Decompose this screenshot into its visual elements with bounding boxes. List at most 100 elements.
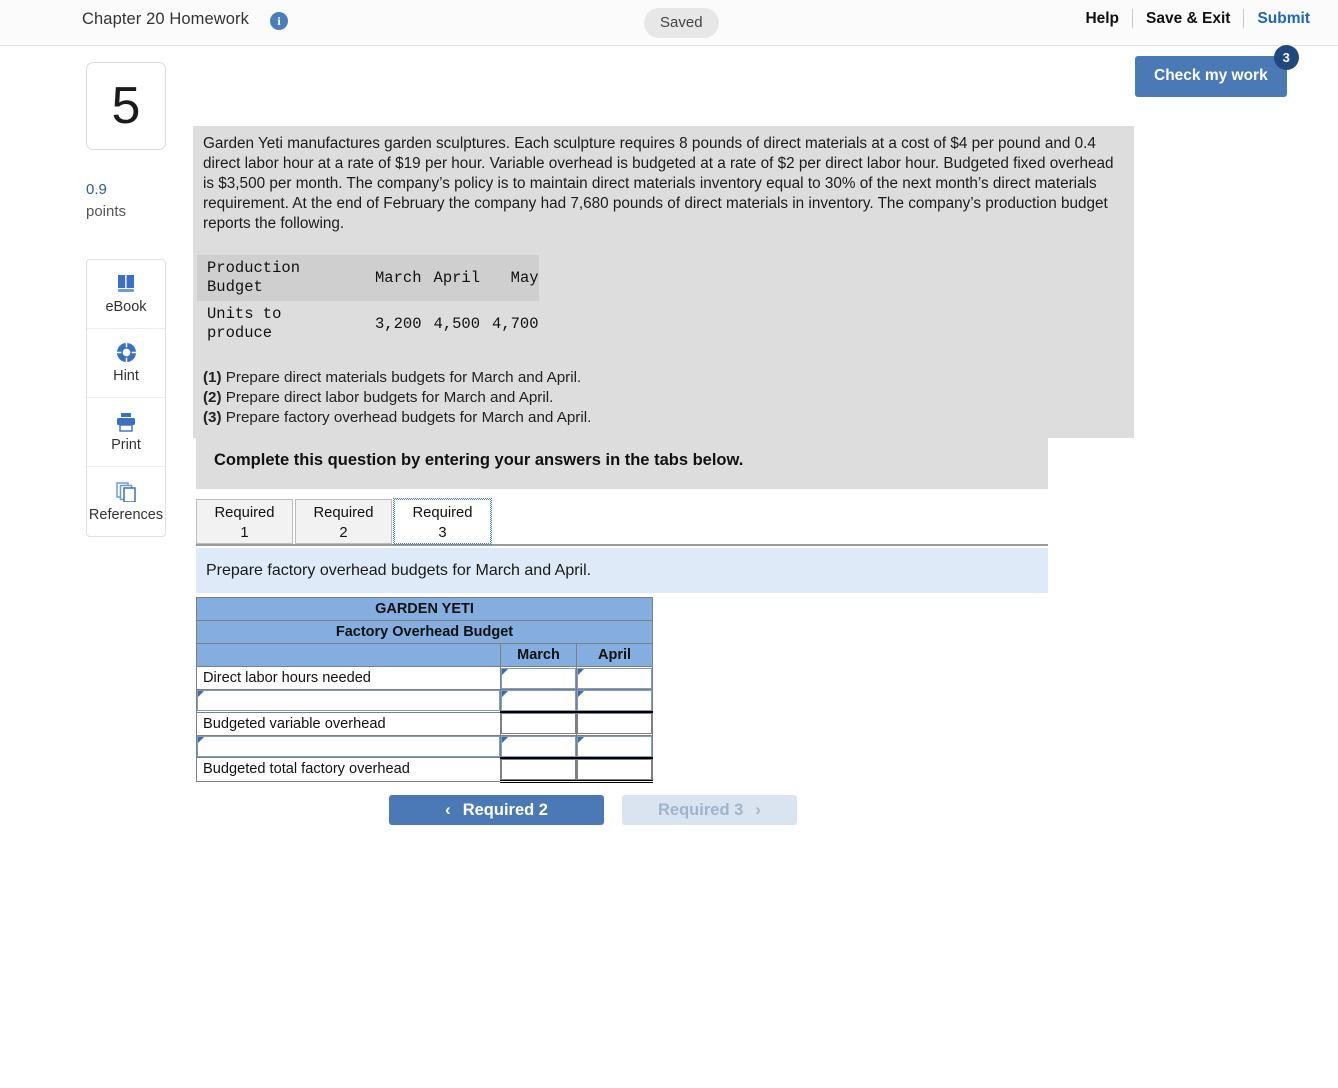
list-item: (1) Prepare direct materials budgets for…: [203, 368, 1124, 388]
tab-label-line2: 2: [339, 525, 348, 541]
check-my-work-button[interactable]: Check my work: [1135, 56, 1287, 97]
tab-label-line1: Required: [214, 505, 275, 521]
question-number-box: 5: [86, 62, 166, 150]
row-label-units-to-produce: Units to produce: [207, 304, 282, 342]
previous-required-label: Required 2: [462, 800, 548, 819]
input-march-row3[interactable]: [501, 735, 576, 757]
cell-april-row1[interactable]: [576, 689, 653, 713]
cell-april-row3[interactable]: [576, 734, 653, 758]
tab-prompt: Prepare factory overhead budgets for Mar…: [196, 548, 1048, 593]
cell-april-row0[interactable]: [576, 666, 653, 690]
table-row: Production Budget March April May: [197, 254, 539, 301]
navigation-buttons: ‹ Required 2 Required 3 ›: [389, 795, 797, 825]
input-april-total[interactable]: [577, 758, 652, 780]
input-april-row3[interactable]: [577, 735, 652, 757]
table-company-name: GARDEN YETI: [196, 597, 653, 621]
tab-required-2[interactable]: Required 2: [295, 499, 392, 544]
sidebar-item-references[interactable]: References: [87, 467, 165, 536]
tab-label-line2: 1: [240, 525, 249, 541]
input-row-label-3[interactable]: [197, 735, 500, 757]
column-header-march: March: [375, 268, 422, 287]
sidebar-item-ebook[interactable]: eBook: [87, 260, 165, 329]
table-row: [196, 734, 653, 758]
column-header-blank: [196, 643, 501, 667]
table-title: Factory Overhead Budget: [196, 620, 653, 644]
lifebuoy-icon: [115, 342, 137, 363]
table-row: [196, 689, 653, 713]
factory-overhead-budget-table: GARDEN YETI Factory Overhead Budget Marc…: [196, 597, 653, 783]
table-row: Direct labor hours needed: [196, 666, 653, 690]
input-april-row1[interactable]: [577, 690, 652, 711]
tool-sidebar: eBook Hint Print References: [86, 259, 166, 537]
input-march-row1[interactable]: [501, 690, 576, 711]
submit-link[interactable]: Submit: [1244, 10, 1310, 28]
sidebar-item-label: eBook: [105, 298, 147, 315]
input-march-direct-labor-hours[interactable]: [501, 667, 576, 689]
input-april-variable-overhead[interactable]: [577, 713, 652, 735]
copy-pages-icon: [115, 481, 137, 502]
required-tabs: Required 1 Required 2 Required 3: [196, 498, 1048, 546]
saved-status-badge: Saved: [644, 8, 719, 38]
cell-march-row1[interactable]: [500, 689, 577, 713]
next-required-button[interactable]: Required 3 ›: [622, 795, 797, 825]
requirements-list: (1) Prepare direct materials budgets for…: [197, 368, 1124, 429]
table-row: Budgeted variable overhead: [196, 711, 653, 736]
list-item: (2) Prepare direct labor budgets for Mar…: [203, 388, 1124, 408]
page-title: Chapter 20 Homework: [82, 10, 249, 28]
sidebar-item-label: Print: [111, 436, 141, 453]
column-header-april: April: [433, 268, 481, 287]
question-panel: Garden Yeti manufactures garden sculptur…: [193, 126, 1134, 439]
sidebar-item-print[interactable]: Print: [87, 398, 165, 467]
points-display: 0.9 points: [86, 179, 168, 223]
cell-march-total[interactable]: [500, 756, 577, 783]
column-header-may: May: [510, 268, 539, 287]
column-header-april: April: [576, 643, 653, 667]
input-march-variable-overhead[interactable]: [501, 713, 576, 735]
requirement-text: Prepare direct labor budgets for March a…: [221, 388, 554, 406]
tab-label-line1: Required: [313, 505, 374, 521]
help-link[interactable]: Help: [1072, 10, 1132, 28]
tab-required-3[interactable]: Required 3: [393, 498, 492, 545]
input-march-total[interactable]: [501, 758, 576, 780]
units-may: 4,700: [492, 314, 539, 333]
book-icon: [115, 274, 137, 294]
production-budget-title: Production Budget: [207, 258, 301, 296]
tab-required-1[interactable]: Required 1: [196, 499, 293, 544]
check-my-work-count-badge: 3: [1273, 45, 1299, 70]
units-april: 4,500: [433, 314, 481, 333]
row-label-budgeted-variable-overhead: Budgeted variable overhead: [196, 711, 501, 736]
units-march: 3,200: [375, 314, 422, 333]
requirement-number: (1): [203, 368, 222, 386]
info-icon[interactable]: i: [270, 12, 288, 30]
column-header-march: March: [500, 643, 577, 667]
cell-march-variable-overhead[interactable]: [500, 711, 577, 736]
previous-required-button[interactable]: ‹ Required 2: [389, 795, 604, 825]
top-bar: Chapter 20 Homework i Saved Help Save & …: [0, 0, 1338, 46]
complete-question-banner: Complete this question by entering your …: [196, 432, 1048, 489]
cell-march-row3[interactable]: [500, 734, 577, 758]
table-row: Budgeted total factory overhead: [196, 756, 653, 783]
printer-icon: [115, 412, 137, 432]
chevron-right-icon: ›: [755, 800, 761, 819]
cell-april-variable-overhead[interactable]: [576, 711, 653, 736]
top-bar-actions: Help Save & Exit Submit: [1072, 9, 1310, 28]
cell-label-row1[interactable]: [196, 689, 501, 713]
table-row: Factory Overhead Budget: [196, 620, 653, 644]
cell-march-row0[interactable]: [500, 666, 577, 690]
cell-april-total[interactable]: [576, 756, 653, 783]
requirement-number: (2): [203, 388, 222, 406]
chevron-left-icon: ‹: [445, 800, 451, 819]
sidebar-item-hint[interactable]: Hint: [87, 329, 165, 398]
points-label: points: [86, 202, 127, 220]
sidebar-item-label: References: [88, 506, 164, 523]
requirement-text: Prepare direct materials budgets for Mar…: [221, 368, 582, 386]
table-row: Units to produce 3,200 4,500 4,700: [197, 301, 539, 347]
points-value: 0.9: [86, 181, 107, 198]
question-text: Garden Yeti manufactures garden sculptur…: [203, 135, 1114, 232]
cell-label-row3[interactable]: [196, 734, 501, 758]
row-label-budgeted-total-factory-overhead: Budgeted total factory overhead: [196, 757, 501, 782]
input-april-direct-labor-hours[interactable]: [577, 667, 652, 689]
input-row-label-1[interactable]: [197, 690, 500, 712]
save-and-exit-link[interactable]: Save & Exit: [1133, 10, 1243, 28]
tab-label-line2: 3: [438, 525, 447, 541]
